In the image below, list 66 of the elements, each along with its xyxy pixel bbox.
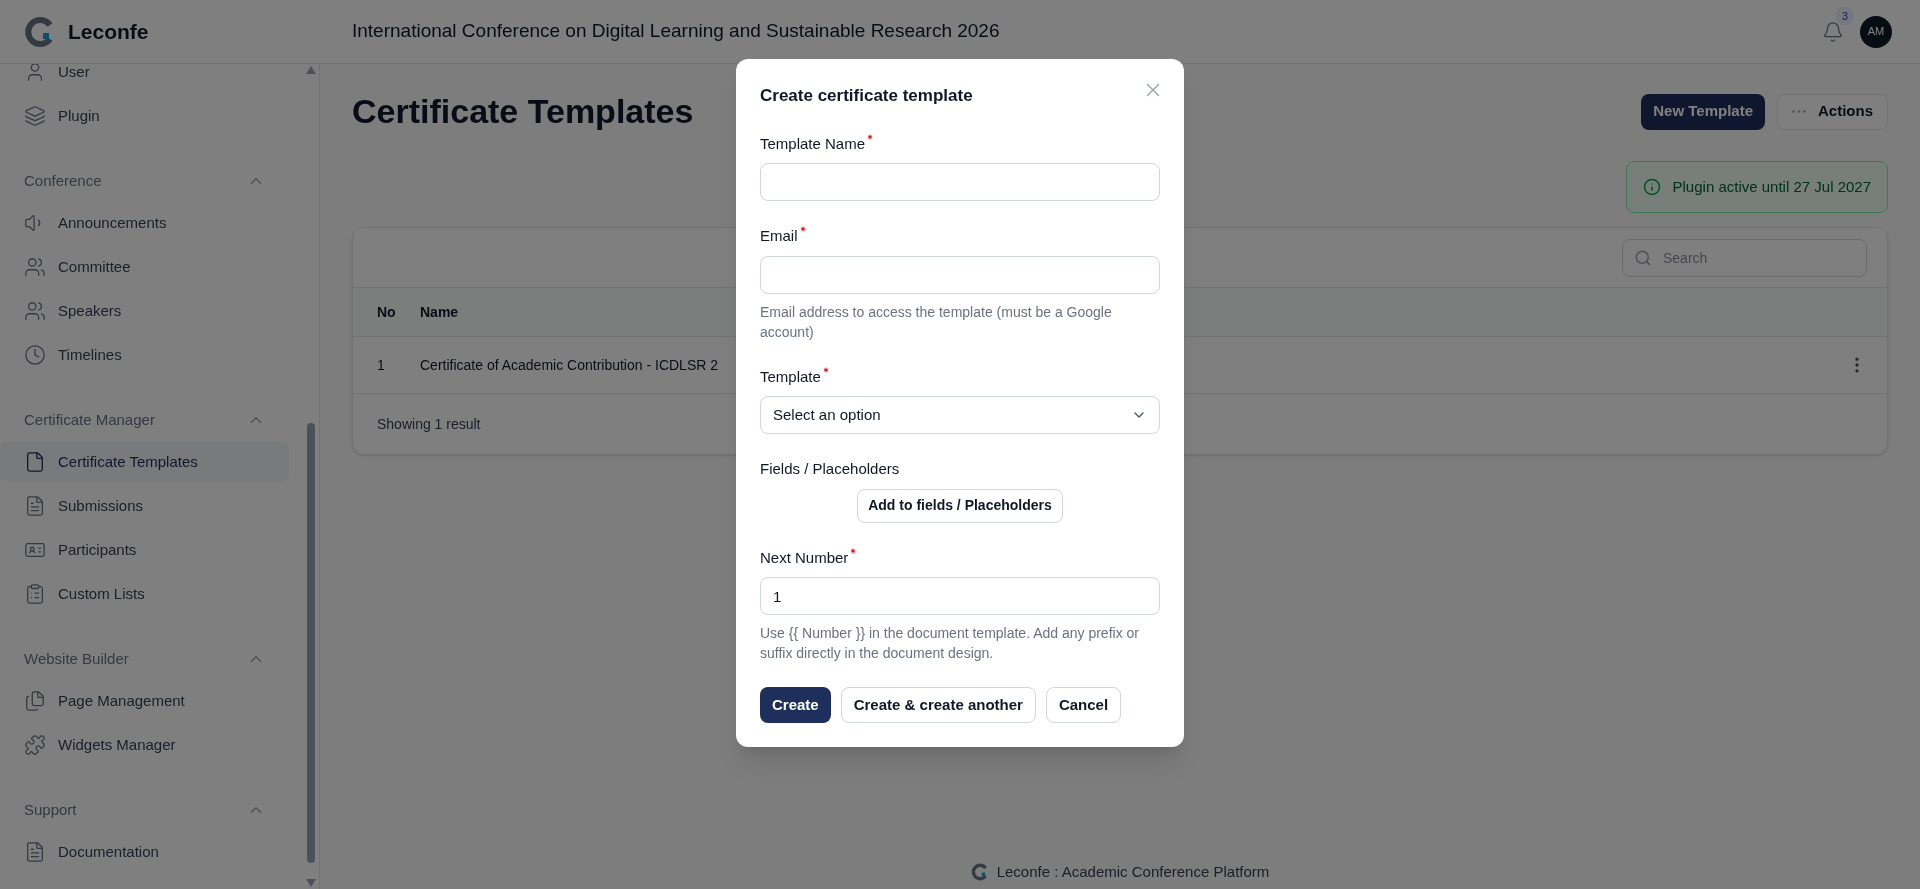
section-heading: Website Builder <box>24 648 129 669</box>
conference-title: International Conference on Digital Learning and Sustainable Research 2026 <box>352 19 1000 44</box>
new-template-button[interactable]: New Template <box>1641 93 1765 130</box>
nav-icon <box>24 690 46 712</box>
nav-icon <box>24 344 46 366</box>
sidebar-item[interactable]: Submissions <box>0 486 289 526</box>
nav-icon <box>24 300 46 322</box>
select-field[interactable]: Select an option <box>760 396 1160 434</box>
modal-title: Create certificate template <box>760 85 973 107</box>
column-header[interactable]: Name <box>420 301 459 323</box>
sidebar-item[interactable]: Page Management <box>0 681 289 721</box>
sidebar-item[interactable]: Documentation <box>0 832 289 872</box>
field-help-text: Email address to access the template (must be a Google account) <box>760 302 1113 342</box>
search-field[interactable]: Search <box>1622 238 1867 277</box>
field-label: Template <box>760 366 821 387</box>
text-field[interactable] <box>760 163 1160 201</box>
footer-logo-icon <box>970 862 989 881</box>
field-help-text: Use {{ Number }} in the document template. Add any prefix or suffix directly in the document design. <box>760 624 1140 663</box>
notification-badge: 3 <box>1836 6 1855 25</box>
scroll-up-icon[interactable] <box>306 66 316 74</box>
create-button[interactable]: Create <box>760 687 831 723</box>
notice-text: Plugin active until 27 Jul 2027 <box>1672 176 1871 197</box>
sidebar-item[interactable]: Committee <box>0 247 289 287</box>
text-field[interactable] <box>760 255 1160 294</box>
field-label: Template Name <box>760 133 866 154</box>
sidebar-item[interactable]: User <box>0 64 289 92</box>
field-label: Email <box>760 226 798 246</box>
page-title: Certificate Templates <box>352 91 694 132</box>
field-label: Fields / Placeholders <box>760 459 900 479</box>
section-heading: Support <box>24 799 77 820</box>
sidebar-item[interactable]: Certificate Templates <box>0 442 289 482</box>
section-heading: Conference <box>24 170 102 191</box>
sidebar-item[interactable]: Participants <box>0 530 289 570</box>
nav-icon <box>24 495 46 517</box>
notification-icon[interactable] <box>1822 20 1844 43</box>
actions-button[interactable]: Actions <box>1777 93 1888 130</box>
sidebar-item[interactable]: Timelines <box>0 335 289 375</box>
nav-icon <box>24 734 46 756</box>
dialog-button[interactable]: Create & create another <box>840 687 1036 723</box>
nav-icon <box>24 583 46 605</box>
text-field[interactable]: 1 <box>760 577 1160 615</box>
scrollbar[interactable] <box>305 64 317 889</box>
table-cell-text: Certificate of Academic Contribution - ICDLSR 2 <box>420 355 718 375</box>
dialog-button[interactable]: Cancel <box>1045 687 1122 723</box>
scroll-down-icon[interactable] <box>306 879 316 887</box>
column-header[interactable]: No <box>353 301 420 323</box>
result-count: Showing 1 result <box>377 414 481 434</box>
sidebar-item[interactable]: Speakers <box>0 291 289 331</box>
table-cell-text: 1 <box>376 355 386 375</box>
field-label: Next Number <box>760 547 849 568</box>
sidebar-item[interactable]: Announcements <box>0 203 289 243</box>
sidebar-item[interactable]: Widgets Manager <box>0 725 289 765</box>
nav-icon <box>24 105 46 127</box>
sidebar-item[interactable]: Plugin <box>0 96 289 136</box>
brand-name: Leconfe <box>68 18 149 45</box>
nav-icon <box>24 451 46 473</box>
info-icon <box>1642 178 1661 196</box>
avatar[interactable]: AM <box>1860 15 1892 48</box>
nav-icon <box>24 256 46 278</box>
nav-icon <box>24 841 46 863</box>
more-icon <box>1792 110 1806 113</box>
section-heading: Certificate Manager <box>24 409 155 430</box>
add-placeholders-button[interactable]: Add to fields / Placeholders <box>857 488 1063 523</box>
search-icon <box>1634 248 1652 267</box>
footer-text: Leconfe : Academic Conference Platform <box>996 861 1270 882</box>
sidebar-item[interactable]: Custom Lists <box>0 574 289 614</box>
